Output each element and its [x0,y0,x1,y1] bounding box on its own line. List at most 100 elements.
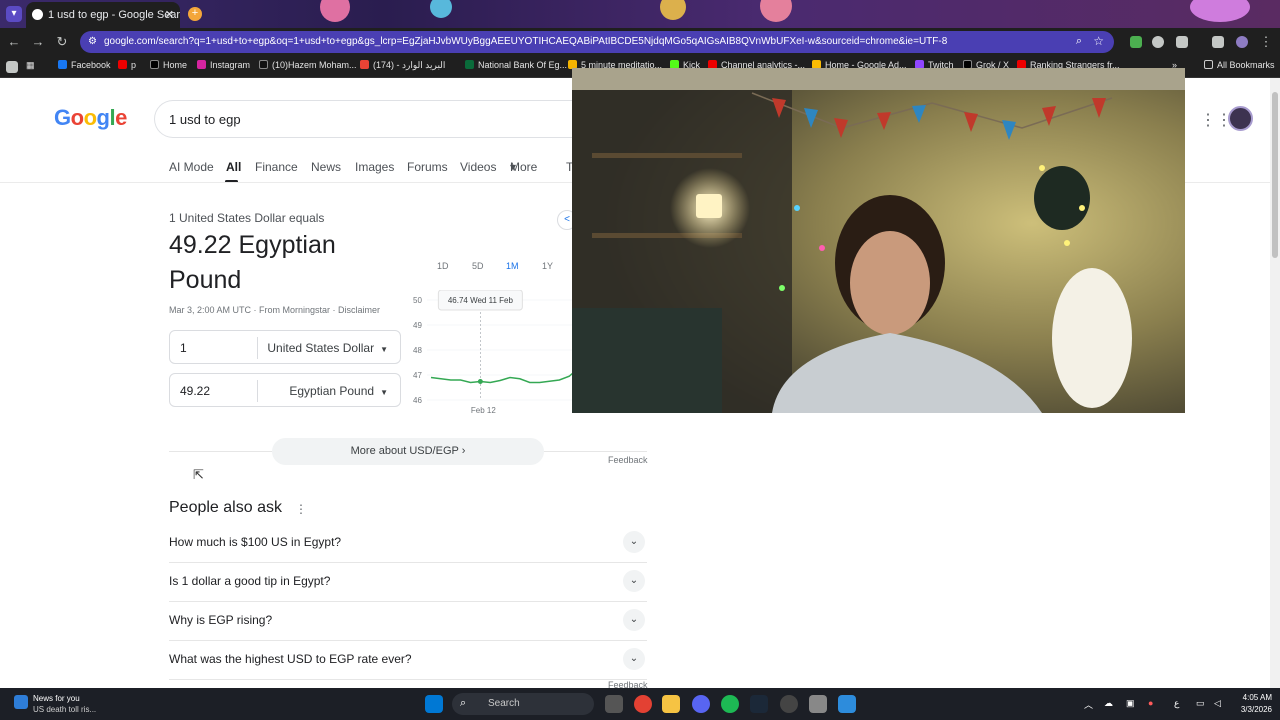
tab-title: 1 usd to egp - Google Search [48,9,180,21]
tab-all[interactable]: All [226,160,241,174]
converter-meta: Mar 3, 2:00 AM UTC · From Morningstar · … [169,305,381,315]
app-icon[interactable] [838,695,856,713]
taskbar-search[interactable]: ⌕ Search [452,693,594,715]
paa-question[interactable]: What was the highest USD to EGP rate eve… [169,642,647,680]
grid-icon[interactable]: ▦ [26,60,35,71]
google-logo[interactable]: Google [54,105,127,131]
paa-question[interactable]: Why is EGP rising? ⌄ [169,603,647,641]
field-separator [257,337,258,359]
extensions-puzzle-icon[interactable] [1176,36,1188,48]
search-input[interactable]: 1 usd to egp [154,100,594,138]
exchange-rate-chart[interactable]: 504948474646.74 Wed 11 FebFeb 12Feb 22 [405,290,595,420]
zoom-icon[interactable]: ⌕ [1076,35,1082,48]
bookmark-item[interactable]: Home [150,60,187,70]
media-icon[interactable] [1212,36,1224,48]
page-scrollbar[interactable] [1270,78,1280,688]
tray-app-icon[interactable]: ▣ [1126,698,1135,709]
paa-question[interactable]: Is 1 dollar a good tip in Egypt? ⌄ [169,564,647,602]
from-currency-select[interactable]: United States Dollar ▼ [267,341,388,355]
paa-menu-icon[interactable]: ⋮ [295,502,307,516]
tab-more[interactable]: More ▾ [510,160,537,174]
more-about-button[interactable]: More about USD/EGP › [272,438,544,465]
active-tab[interactable]: 1 usd to egp - Google Search ✕ [26,2,180,28]
bookmark-item[interactable]: p [118,60,136,70]
windows-start-icon[interactable] [425,695,443,713]
section-divider [544,451,647,452]
bookmark-item[interactable]: Facebook [58,60,111,70]
bookmark-star-icon[interactable]: ☆ [1093,34,1104,48]
tab-finance[interactable]: Finance [255,160,298,174]
steam-icon[interactable] [750,695,768,713]
close-icon[interactable]: ✕ [165,8,174,21]
volume-icon[interactable]: ◁ [1214,698,1221,709]
chart-y-tick-label: 46 [413,396,422,405]
tab-news[interactable]: News [311,160,341,174]
tab-videos[interactable]: Videos [460,160,496,174]
file-explorer-icon[interactable] [662,695,680,713]
bookmark-item[interactable]: National Bank Of Eg... [465,60,567,70]
to-currency-field[interactable]: 49.22 Egyptian Pound ▼ [169,373,401,407]
apps-icon[interactable] [6,61,18,73]
url-text: google.com/search?q=1+usd+to+egp&oq=1+us… [104,36,948,47]
all-bookmarks[interactable]: All Bookmarks [1204,60,1275,70]
paa-title: People also ask [169,499,282,516]
extension-icon[interactable] [1130,36,1142,48]
reload-icon[interactable]: ↻ [54,34,70,50]
chevron-down-icon[interactable]: ⌄ [623,531,645,553]
account-avatar[interactable] [1228,106,1253,131]
tray-overflow-icon[interactable]: ︿ [1084,698,1093,711]
to-amount-input[interactable]: 49.22 [180,384,210,398]
onedrive-icon[interactable]: ☁ [1104,698,1113,709]
paa-feedback-link[interactable]: Feedback [608,680,648,688]
to-currency-select[interactable]: Egyptian Pound ▼ [289,384,388,398]
microphone-icon[interactable]: ● [1148,698,1153,708]
app-icon[interactable] [809,695,827,713]
range-5d[interactable]: 5D [472,261,484,271]
discord-icon[interactable] [692,695,710,713]
address-bar[interactable]: ⚙ google.com/search?q=1+usd+to+egp&oq=1+… [80,31,1114,53]
mouse-cursor: ⇱ [193,467,204,482]
obs-icon[interactable] [780,695,798,713]
chart-y-tick-label: 50 [413,296,422,305]
spotify-icon[interactable] [721,695,739,713]
paa-question[interactable]: How much is $100 US in Egypt? ⌄ [169,525,647,563]
theme-decoration [430,0,452,18]
theme-decoration [1190,0,1250,22]
bookmark-item[interactable]: (174) - البريد الوارد [360,60,445,71]
chart-x-tick-label: Feb 12 [471,406,496,415]
language-indicator[interactable]: ع [1174,698,1179,709]
network-icon[interactable]: ▭ [1196,698,1205,709]
chrome-icon[interactable] [634,695,652,713]
system-clock[interactable]: 4:05 AM 3/3/2026 [1228,692,1272,716]
windows-taskbar: News for you US death toll ris... ⌕ Searc… [0,688,1280,720]
menu-kebab-icon[interactable]: ⋮ [1258,34,1274,50]
back-icon[interactable]: ← [6,34,22,49]
range-1y[interactable]: 1Y [542,261,553,271]
bookmark-item[interactable]: (10)Hazem Moham... [259,60,357,70]
tab-images[interactable]: Images [355,160,394,174]
bookmark-item[interactable]: Instagram [197,60,250,70]
task-view-icon[interactable] [605,695,623,713]
tab-forums[interactable]: Forums [407,160,448,174]
range-1m[interactable]: 1M [506,261,519,271]
extension-icon[interactable] [1152,36,1164,48]
from-currency-field[interactable]: 1 United States Dollar ▼ [169,330,401,364]
profile-icon[interactable] [1236,36,1248,48]
site-info-icon[interactable]: ⚙ [88,36,97,47]
dropdown-caret-icon: ▼ [380,388,388,397]
chart-y-tick-label: 49 [413,321,422,330]
webcam-scene [572,68,1185,413]
browser-toolbar: ← → ↻ ⚙ google.com/search?q=1+usd+to+egp… [0,28,1280,56]
tab-search-button[interactable]: ▾ [6,6,22,22]
converter-feedback-link[interactable]: Feedback [608,455,648,465]
tab-ai-mode[interactable]: AI Mode [169,160,214,174]
chevron-down-icon[interactable]: ⌄ [623,609,645,631]
range-1d[interactable]: 1D [437,261,449,271]
new-tab-button[interactable]: + [188,7,202,21]
scrollbar-thumb[interactable] [1272,92,1278,258]
from-amount-input[interactable]: 1 [180,341,187,355]
chevron-down-icon[interactable]: ⌄ [623,570,645,592]
webcam-overlay [572,68,1185,413]
forward-icon[interactable]: → [30,34,46,49]
chevron-down-icon[interactable]: ⌄ [623,648,645,670]
